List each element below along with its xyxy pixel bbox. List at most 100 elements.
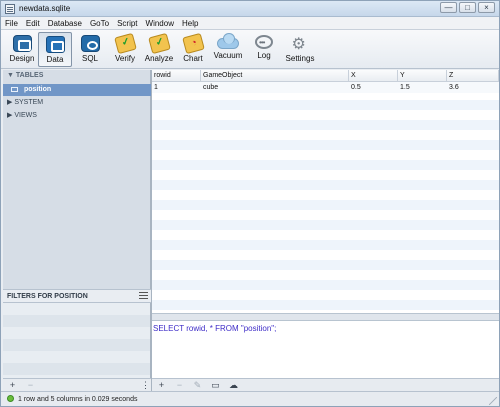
column-header-x[interactable]: X [349, 70, 398, 82]
menu-database[interactable]: Database [48, 19, 82, 28]
toolbar-sql-button[interactable]: SQL [73, 32, 107, 67]
grid-header: rowid GameObject X Y Z [152, 70, 499, 82]
close-button[interactable]: × [478, 2, 495, 13]
main-toolbar: Design Data SQL Verify Analyze Chart Vac… [1, 30, 499, 69]
sql-icon [80, 35, 100, 52]
status-bar: 1 row and 5 columns in 0.029 seconds [1, 391, 499, 406]
toolbar-log-button[interactable]: Log [247, 32, 281, 67]
menu-script[interactable]: Script [117, 19, 137, 28]
menu-file[interactable]: File [5, 19, 18, 28]
cell-gameobject[interactable]: cube [201, 82, 349, 93]
column-header-rowid[interactable]: rowid [152, 70, 201, 82]
data-grid[interactable]: rowid GameObject X Y Z 1 cube 0.5 1.5 3.… [152, 70, 499, 313]
toolbar-data-label: Data [46, 55, 64, 64]
title-bar[interactable]: newdata.sqlite — □ × [1, 1, 499, 17]
window-title: newdata.sqlite [19, 4, 71, 13]
cell-x[interactable]: 0.5 [349, 82, 398, 93]
maximize-button[interactable]: □ [459, 2, 476, 13]
settings-icon [291, 34, 310, 54]
verify-icon [113, 32, 137, 55]
log-icon [255, 35, 273, 49]
vacuum-icon [217, 33, 239, 49]
minimize-button[interactable]: — [440, 2, 457, 13]
toolbar-settings-button[interactable]: Settings [283, 32, 317, 67]
toolbar-log-label: Log [257, 51, 271, 60]
toolbar-sql-label: SQL [81, 54, 98, 63]
database-app-icon [5, 4, 15, 14]
window-controls: — □ × [440, 2, 495, 13]
menu-window[interactable]: Window [146, 19, 174, 28]
tables-section-header[interactable]: ▼ TABLES [3, 70, 151, 82]
menu-bar: File Edit Database GoTo Script Window He… [1, 17, 499, 30]
filters-header: FILTERS FOR POSITION [3, 289, 151, 303]
edit-icon: ✎ [193, 379, 202, 390]
grid-toolbar: + − ✎ ▭ ☁ [152, 378, 499, 391]
add-filter-button[interactable]: + [7, 380, 18, 390]
comment-icon: ▭ [211, 379, 220, 390]
table-icon [11, 86, 18, 92]
comment-button[interactable]: ▭ [210, 380, 221, 390]
filters-resize-handle[interactable]: ⋮ [140, 380, 151, 390]
chart-icon [181, 32, 205, 55]
data-icon [45, 36, 65, 53]
upload-button[interactable]: ☁ [228, 380, 239, 390]
column-header-y[interactable]: Y [398, 70, 447, 82]
column-header-z[interactable]: Z [447, 70, 499, 82]
toolbar-chart-button[interactable]: Chart [176, 32, 210, 67]
system-section[interactable]: ▶ SYSTEM [3, 97, 151, 109]
toolbar-chart-label: Chart [183, 54, 203, 63]
tables-section-label: TABLES [15, 72, 44, 79]
cell-y[interactable]: 1.5 [398, 82, 447, 93]
filters-list[interactable] [3, 303, 151, 378]
toolbar-vacuum-button[interactable]: Vacuum [211, 32, 245, 67]
cloud-upload-icon: ☁ [229, 379, 238, 390]
menu-edit[interactable]: Edit [26, 19, 40, 28]
views-expand-icon[interactable]: ▶ [7, 112, 12, 119]
edit-row-button[interactable]: ✎ [192, 380, 203, 390]
cell-z[interactable]: 3.6 [447, 82, 499, 93]
toolbar-vacuum-label: Vacuum [213, 51, 243, 60]
query-splitter[interactable] [152, 313, 499, 321]
sql-query-editor[interactable]: SELECT rowid, * FROM "position"; [152, 321, 499, 379]
toolbar-verify-button[interactable]: Verify [108, 32, 142, 67]
toolbar-data-button[interactable]: Data [38, 32, 72, 67]
menu-goto[interactable]: GoTo [90, 19, 109, 28]
toolbar-verify-label: Verify [114, 54, 135, 63]
filters-menu-icon[interactable] [139, 292, 148, 299]
plus-icon: + [158, 380, 165, 390]
views-section[interactable]: ▶ VIEWS [3, 110, 151, 122]
minus-icon: − [176, 380, 183, 390]
filters-toolbar: + − ⋮ [3, 378, 151, 391]
toolbar-design-button[interactable]: Design [5, 32, 39, 67]
minimize-icon: — [444, 2, 453, 12]
minus-icon: − [27, 380, 34, 390]
system-expand-icon[interactable]: ▶ [7, 99, 12, 106]
toolbar-analyze-label: Analyze [144, 54, 174, 63]
sidebar-item-label: position [23, 86, 52, 93]
application-window: newdata.sqlite — □ × File Edit Database … [0, 0, 500, 407]
system-section-label: SYSTEM [14, 99, 44, 106]
column-header-gameobject[interactable]: GameObject [201, 70, 349, 82]
menu-help[interactable]: Help [182, 19, 198, 28]
plus-icon: + [9, 380, 16, 390]
grip-icon: ⋮ [141, 379, 150, 390]
add-row-button[interactable]: + [156, 380, 167, 390]
remove-filter-button[interactable]: − [25, 380, 36, 390]
table-row[interactable]: 1 cube 0.5 1.5 3.6 [152, 82, 499, 93]
delete-row-button[interactable]: − [174, 380, 185, 390]
success-icon [7, 395, 14, 402]
tables-collapse-icon[interactable]: ▼ [7, 72, 14, 79]
analyze-icon [147, 32, 171, 55]
maximize-icon: □ [465, 2, 470, 12]
close-icon: × [484, 2, 489, 12]
sidebar-item-position[interactable]: position [3, 84, 151, 96]
toolbar-analyze-button[interactable]: Analyze [142, 32, 176, 67]
design-icon [12, 35, 32, 52]
resize-grip[interactable] [489, 397, 497, 405]
filters-title: FILTERS FOR POSITION [7, 293, 88, 300]
status-text: 1 row and 5 columns in 0.029 seconds [18, 396, 138, 403]
toolbar-design-label: Design [9, 54, 35, 63]
toolbar-settings-label: Settings [285, 54, 315, 63]
sql-query-text[interactable]: SELECT rowid, * FROM "position"; [153, 324, 276, 333]
cell-rowid[interactable]: 1 [152, 82, 201, 93]
